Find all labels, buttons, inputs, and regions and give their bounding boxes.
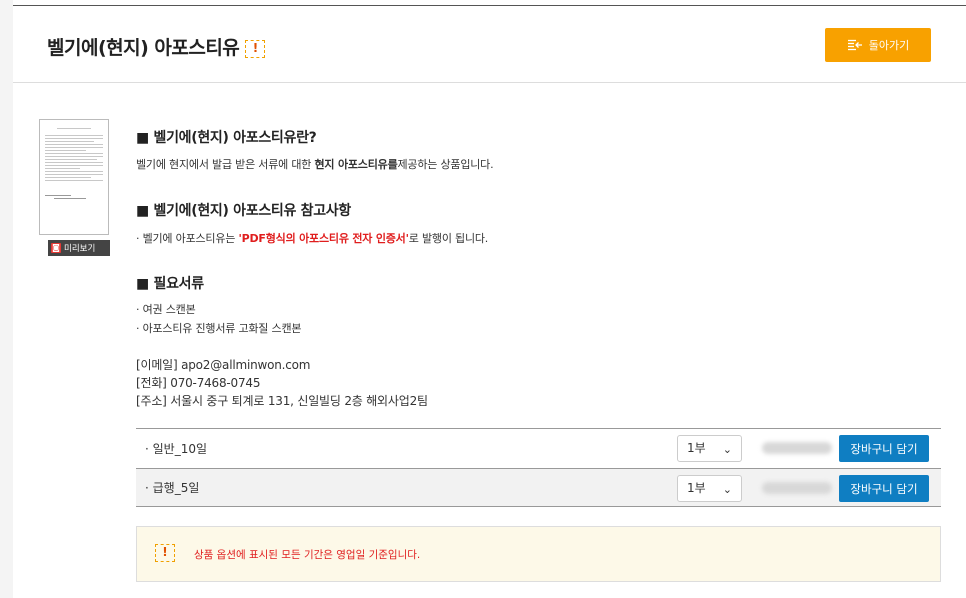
- page-title: 벨기에(현지) 아포스티유!: [47, 33, 266, 60]
- page-header: 벨기에(현지) 아포스티유! 돌아가기: [13, 6, 966, 83]
- page-title-text: 벨기에(현지) 아포스티유: [47, 37, 240, 59]
- option-row-express: · 급행_5일 1부 ⌄ 장바구니 담기: [136, 468, 941, 507]
- option-row-standard: · 일반_10일 1부 ⌄ 장바구니 담기: [136, 428, 941, 467]
- option-label: · 급행_5일: [145, 481, 200, 495]
- back-button[interactable]: 돌아가기: [825, 28, 931, 62]
- preview-icon: ◙: [51, 243, 61, 253]
- chevron-down-icon: ⌄: [722, 483, 732, 496]
- quantity-select[interactable]: 1부 ⌄: [677, 435, 742, 462]
- preview-label: 미리보기: [64, 244, 96, 254]
- price-blurred: [762, 442, 832, 454]
- section-notes-title: ■ 벨기에(현지) 아포스티유 참고사항: [136, 203, 351, 219]
- contact-email: [이메일] apo2@allminwon.com: [136, 358, 311, 372]
- page: 벨기에(현지) 아포스티유! 돌아가기 ◙ 미리보기 ■ 벨기에(현지) 아포스…: [13, 0, 966, 598]
- add-to-cart-button[interactable]: 장바구니 담기: [839, 475, 929, 502]
- section-about-text: 벨기에 현지에서 발급 받은 서류에 대한 현지 아포스티유를제공하는 상품입니…: [136, 158, 494, 171]
- list-back-icon: [847, 39, 862, 51]
- document-thumbnail[interactable]: [39, 119, 109, 235]
- section-docs-title: ■ 필요서류: [136, 276, 204, 292]
- price-blurred: [762, 482, 832, 494]
- preview-button[interactable]: ◙ 미리보기: [48, 240, 110, 256]
- contact-address: [주소] 서울시 중구 퇴계로 131, 신일빌딩 2층 해외사업2팀: [136, 394, 428, 408]
- section-about-title: ■ 벨기에(현지) 아포스티유란?: [136, 130, 317, 146]
- chevron-down-icon: ⌄: [722, 443, 732, 456]
- back-button-label: 돌아가기: [868, 39, 910, 52]
- required-doc-item: · 여권 스캔본: [136, 303, 196, 316]
- section-notes-text: · 벨기에 아포스티유는 'PDF형식의 아포스티유 전자 인증서'로 발행이 …: [136, 232, 489, 245]
- contact-phone: [전화] 070-7468-0745: [136, 376, 261, 390]
- notice-box: ! 상품 옵션에 표시된 모든 기간은 영업일 기준입니다.: [136, 526, 941, 582]
- add-to-cart-button[interactable]: 장바구니 담기: [839, 435, 929, 462]
- option-label: · 일반_10일: [145, 441, 208, 456]
- warning-icon: !: [245, 40, 266, 58]
- notice-text: 상품 옵션에 표시된 모든 기간은 영업일 기준입니다.: [194, 549, 421, 561]
- quantity-select[interactable]: 1부 ⌄: [677, 475, 742, 502]
- warning-icon: !: [155, 544, 175, 562]
- required-doc-item: · 아포스티유 진행서류 고화질 스캔본: [136, 322, 302, 335]
